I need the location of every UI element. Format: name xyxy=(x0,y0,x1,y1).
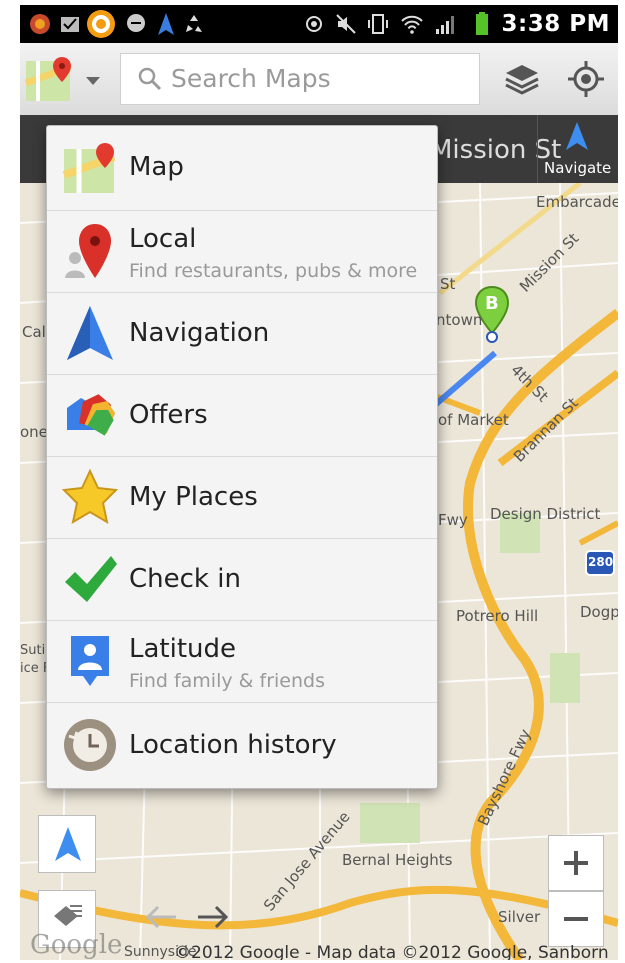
layers-icon xyxy=(505,65,539,95)
menu-item-label: My Places xyxy=(129,482,258,512)
minus-icon xyxy=(564,917,588,921)
maps-action-bar: Search Maps xyxy=(20,43,618,116)
wifi-icon xyxy=(401,15,423,34)
navigation-arrow-icon xyxy=(566,122,588,150)
search-icon xyxy=(138,67,162,91)
map-label-cal: Cal xyxy=(22,323,46,341)
menu-item-subtitle: Find family & friends xyxy=(129,670,325,692)
chat-bubble-icon xyxy=(127,14,145,32)
map-label-silver: Silver xyxy=(498,908,541,926)
plus-icon xyxy=(564,851,588,875)
menu-item-check-in[interactable]: Check in xyxy=(47,538,437,621)
search-placeholder: Search Maps xyxy=(171,64,331,93)
checkbox-notification-icon xyxy=(61,17,79,32)
search-input[interactable]: Search Maps xyxy=(120,53,480,105)
mute-icon xyxy=(336,14,356,34)
navigate-button[interactable]: Navigate xyxy=(537,115,618,183)
map-label-st: St xyxy=(440,275,456,293)
history-clock-icon xyxy=(64,719,116,771)
menu-item-navigation[interactable]: Navigation xyxy=(47,292,437,375)
menu-item-location-history[interactable]: Location history xyxy=(47,702,437,788)
map-label-market: of Market xyxy=(438,411,509,429)
offers-tags-icon xyxy=(67,394,116,436)
arrow-left-icon xyxy=(145,905,176,929)
menu-item-label: Map xyxy=(129,152,184,182)
vibrate-icon xyxy=(368,14,388,34)
menu-item-subtitle: Find restaurants, pubs & more xyxy=(129,260,418,282)
status-bar: 3:38 PM xyxy=(20,5,618,43)
status-time: 3:38 PM xyxy=(501,11,610,37)
menu-item-my-places[interactable]: My Places xyxy=(47,456,437,539)
maps-app-menu: Map Local Find restaurants, pubs & more … xyxy=(46,125,438,789)
star-icon xyxy=(61,468,119,525)
signal-icon xyxy=(436,16,454,34)
next-step-button[interactable] xyxy=(194,895,234,939)
maps-layers-menu-button[interactable] xyxy=(22,51,110,107)
map-label-potrero-hill: Potrero Hill xyxy=(456,607,539,625)
map-label-fwy: Fwy xyxy=(438,511,468,529)
menu-item-label: Latitude xyxy=(129,634,237,664)
map-label-dogp: Dogp xyxy=(580,603,618,621)
previous-step-button[interactable] xyxy=(142,895,182,939)
navigation-arrow-icon xyxy=(158,13,174,35)
menu-item-label: Location history xyxy=(129,730,337,760)
map-label-ntown: ntown xyxy=(436,311,483,329)
menu-item-label: Offers xyxy=(129,400,208,430)
layers-button[interactable] xyxy=(494,51,550,107)
gps-icon xyxy=(306,16,322,32)
map-icon xyxy=(62,143,116,193)
menu-item-map[interactable]: Map xyxy=(47,126,437,211)
menu-item-label: Check in xyxy=(129,564,241,594)
map-label-one: one xyxy=(20,423,48,441)
google-logo: Google xyxy=(30,930,123,960)
map-attribution: ©2012 Google - Map data ©2012 Google, Sa… xyxy=(174,943,609,960)
phone-screen: 3:38 PM Search Maps Mission St Navigate … xyxy=(20,5,618,960)
map-label-bernal: Bernal Heights xyxy=(342,851,453,869)
recycle-icon xyxy=(186,15,202,32)
map-label-embarcadero: Embarcade xyxy=(536,193,618,211)
latitude-person-icon xyxy=(71,636,109,686)
navigate-label: Navigate xyxy=(544,159,612,177)
menu-item-offers[interactable]: Offers xyxy=(47,374,437,457)
my-location-button[interactable] xyxy=(558,51,614,107)
zoom-in-button[interactable] xyxy=(548,835,604,891)
navigation-arrow-icon xyxy=(67,306,113,360)
map-label-design-district: Design District xyxy=(490,505,601,523)
local-pin-icon xyxy=(65,224,111,278)
map-label-shield: 280 xyxy=(588,555,614,569)
zoom-out-button[interactable] xyxy=(548,891,604,947)
app-notification-icon xyxy=(30,14,50,34)
compass-button[interactable] xyxy=(38,815,96,873)
marker-label: B xyxy=(485,293,499,314)
map-label-suti: Suti xyxy=(20,643,46,658)
menu-item-latitude[interactable]: Latitude Find family & friends xyxy=(47,620,437,703)
chevron-down-icon xyxy=(86,77,100,85)
battery-icon xyxy=(476,12,488,35)
orange-circle-icon xyxy=(87,10,115,38)
checkmark-icon xyxy=(65,556,117,602)
map-logo-icon xyxy=(24,57,72,101)
arrow-right-icon xyxy=(198,905,229,929)
navigation-arrow-icon xyxy=(55,827,81,861)
menu-item-label: Local xyxy=(129,224,197,254)
menu-item-label: Navigation xyxy=(129,318,270,348)
menu-item-local[interactable]: Local Find restaurants, pubs & more xyxy=(47,210,437,293)
my-location-icon xyxy=(568,61,604,97)
